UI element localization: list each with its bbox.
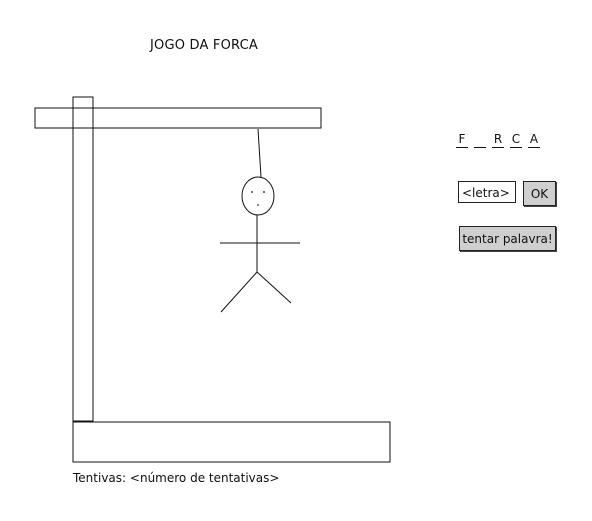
eye-right [263, 191, 265, 193]
gallows-post [72, 96, 94, 422]
letter-slot: A [528, 132, 540, 148]
letter-slot [474, 132, 486, 148]
leg-left [220, 271, 258, 313]
attempts-label: Tentivas: [73, 471, 127, 485]
word-display: F R C A [456, 132, 540, 148]
rope [257, 128, 262, 178]
guess-word-button[interactable]: tentar palavra! [459, 226, 556, 251]
gallows-base [72, 421, 391, 463]
letter-slot: C [510, 132, 522, 148]
gallows-icon [34, 96, 391, 463]
attempts-status: Tentivas: <número de tentativas> [73, 471, 279, 485]
leg-right [256, 271, 292, 304]
head [241, 176, 275, 216]
letter-input[interactable]: <letra> [458, 181, 516, 203]
letter-slot: R [492, 132, 504, 148]
ok-button[interactable]: OK [523, 181, 556, 206]
letter-slot: F [456, 132, 468, 148]
attempts-value: <número de tentativas> [129, 471, 280, 485]
eye-left [251, 191, 253, 193]
hanged-man-icon [220, 176, 300, 313]
